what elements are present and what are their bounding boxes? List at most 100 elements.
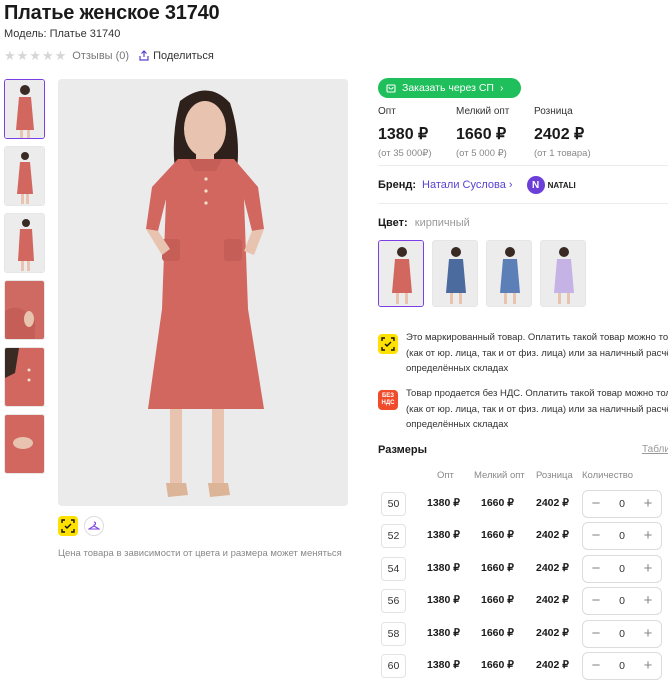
color-swatches bbox=[378, 240, 586, 307]
size-row: 56 1380 ₽ 1660 ₽ 2402 ₽ − 0 + bbox=[381, 587, 668, 615]
color-label: Цвет: bbox=[378, 217, 408, 229]
thumbnail[interactable] bbox=[4, 146, 45, 206]
minus-icon[interactable]: − bbox=[589, 658, 603, 673]
minus-icon[interactable]: − bbox=[589, 626, 603, 641]
rating-row: ★ ★ ★ ★ ★ Отзывы (0) Поделиться bbox=[4, 49, 214, 62]
plus-icon[interactable]: + bbox=[641, 528, 655, 543]
size-row: 50 1380 ₽ 1660 ₽ 2402 ₽ − 0 + bbox=[381, 490, 668, 518]
quantity-stepper[interactable]: − 0 + bbox=[582, 587, 662, 615]
marking-icon[interactable] bbox=[58, 516, 78, 536]
rating-stars: ★ ★ ★ ★ ★ bbox=[4, 49, 66, 62]
quantity-stepper[interactable]: − 0 + bbox=[582, 555, 662, 583]
main-product-image[interactable] bbox=[58, 79, 348, 506]
price-condition: (от 35 000₽) bbox=[378, 148, 432, 159]
reviews-link[interactable]: Отзывы (0) bbox=[72, 50, 129, 62]
size-price-retail: 2402 ₽ bbox=[536, 594, 569, 606]
thumbnail[interactable] bbox=[4, 414, 45, 474]
order-via-sp-button[interactable]: Заказать через СП › bbox=[378, 78, 521, 98]
size-price-opt: 1380 ₽ bbox=[427, 627, 460, 639]
size-price-retail: 2402 ₽ bbox=[536, 497, 569, 509]
chevron-right-icon: › bbox=[499, 82, 504, 94]
thumbnail-list bbox=[4, 79, 47, 481]
thumbnail[interactable] bbox=[4, 280, 45, 340]
no-vat-icon: БЕЗ НДС bbox=[378, 390, 398, 410]
quantity-value[interactable]: 0 bbox=[619, 498, 625, 510]
thumbnail[interactable] bbox=[4, 79, 45, 139]
hanger-icon[interactable] bbox=[84, 516, 104, 536]
marking-icon bbox=[378, 334, 398, 354]
quantity-stepper[interactable]: − 0 + bbox=[582, 620, 662, 648]
plus-icon[interactable]: + bbox=[641, 626, 655, 641]
minus-icon[interactable]: − bbox=[589, 528, 603, 543]
quantity-stepper[interactable]: − 0 + bbox=[582, 652, 662, 680]
product-model: Модель: Платье 31740 bbox=[4, 28, 121, 40]
size-label: 52 bbox=[381, 524, 406, 548]
price-note: Цена товара в зависимости от цвета и раз… bbox=[58, 548, 342, 559]
column-header-opt: Опт bbox=[437, 470, 454, 481]
size-table-link[interactable]: Табли bbox=[642, 444, 668, 455]
size-label: 50 bbox=[381, 492, 406, 516]
price-small-wholesale: Мелкий опт 1660 ₽ (от 5 000 ₽) bbox=[456, 106, 534, 159]
marking-info-text: Это маркированный товар. Оплатить такой … bbox=[406, 332, 668, 374]
size-price-retail: 2402 ₽ bbox=[536, 562, 569, 574]
minus-icon[interactable]: − bbox=[589, 496, 603, 511]
price-retail: Розница 2402 ₽ (от 1 товара) bbox=[534, 106, 612, 159]
quantity-stepper[interactable]: − 0 + bbox=[582, 522, 662, 550]
size-row: 60 1380 ₽ 1660 ₽ 2402 ₽ − 0 + bbox=[381, 652, 668, 680]
divider bbox=[378, 203, 668, 204]
price-table: Опт 1380 ₽ (от 35 000₽) Мелкий опт 1660 … bbox=[378, 106, 612, 159]
column-header-retail: Розница bbox=[536, 470, 573, 481]
color-swatch[interactable] bbox=[432, 240, 478, 307]
thumbnail[interactable] bbox=[4, 213, 45, 273]
share-icon bbox=[139, 50, 149, 61]
thumbnail[interactable] bbox=[4, 347, 45, 407]
quantity-value[interactable]: 0 bbox=[619, 563, 625, 575]
product-badges bbox=[58, 516, 104, 536]
brand-logo[interactable]: N NATALI bbox=[526, 176, 576, 194]
share-label: Поделиться bbox=[153, 49, 214, 62]
quantity-value[interactable]: 0 bbox=[619, 628, 625, 640]
product-title: Платье женское 31740 bbox=[4, 2, 220, 24]
star-icon: ★ bbox=[29, 48, 41, 63]
marking-info: Это маркированный товар. Оплатить такой … bbox=[378, 330, 668, 377]
plus-icon[interactable]: + bbox=[641, 658, 655, 673]
size-price-opt: 1380 ₽ bbox=[427, 659, 460, 671]
color-swatch[interactable] bbox=[378, 240, 424, 307]
quantity-stepper[interactable]: − 0 + bbox=[582, 490, 662, 518]
quantity-value[interactable]: 0 bbox=[619, 530, 625, 542]
brand-name: Натали Суслова bbox=[422, 179, 506, 191]
star-icon: ★ bbox=[54, 48, 67, 63]
share-button[interactable]: Поделиться bbox=[139, 50, 214, 62]
price-value: 2402 ₽ bbox=[534, 126, 585, 143]
chevron-right-icon: › bbox=[505, 179, 513, 191]
star-icon: ★ bbox=[41, 48, 54, 63]
minus-icon[interactable]: − bbox=[589, 593, 603, 608]
brand-row: Бренд: Натали Суслова › N NATALI bbox=[378, 176, 576, 194]
star-icon: ★ bbox=[4, 48, 16, 63]
cart-icon bbox=[386, 84, 396, 93]
size-price-small-opt: 1660 ₽ bbox=[481, 659, 514, 671]
brand-logo-icon: N bbox=[526, 176, 545, 194]
size-label: 56 bbox=[381, 589, 406, 613]
brand-label: Бренд: bbox=[378, 179, 417, 191]
price-condition: (от 1 товара) bbox=[534, 148, 591, 159]
size-price-small-opt: 1660 ₽ bbox=[481, 497, 514, 509]
size-price-small-opt: 1660 ₽ bbox=[481, 562, 514, 574]
quantity-value[interactable]: 0 bbox=[619, 660, 625, 672]
divider bbox=[378, 165, 668, 166]
size-price-opt: 1380 ₽ bbox=[427, 529, 460, 541]
plus-icon[interactable]: + bbox=[641, 593, 655, 608]
quantity-value[interactable]: 0 bbox=[619, 595, 625, 607]
color-row: Цвет: кирпичный bbox=[378, 217, 470, 229]
brand-link[interactable]: Натали Суслова › bbox=[422, 179, 513, 191]
minus-icon[interactable]: − bbox=[589, 561, 603, 576]
plus-icon[interactable]: + bbox=[641, 496, 655, 511]
size-price-retail: 2402 ₽ bbox=[536, 627, 569, 639]
plus-icon[interactable]: + bbox=[641, 561, 655, 576]
size-price-opt: 1380 ₽ bbox=[427, 497, 460, 509]
color-swatch[interactable] bbox=[540, 240, 586, 307]
color-swatch[interactable] bbox=[486, 240, 532, 307]
size-row: 54 1380 ₽ 1660 ₽ 2402 ₽ − 0 + bbox=[381, 555, 668, 583]
size-row: 58 1380 ₽ 1660 ₽ 2402 ₽ − 0 + bbox=[381, 620, 668, 648]
brand-logo-text: NATALI bbox=[547, 180, 576, 190]
